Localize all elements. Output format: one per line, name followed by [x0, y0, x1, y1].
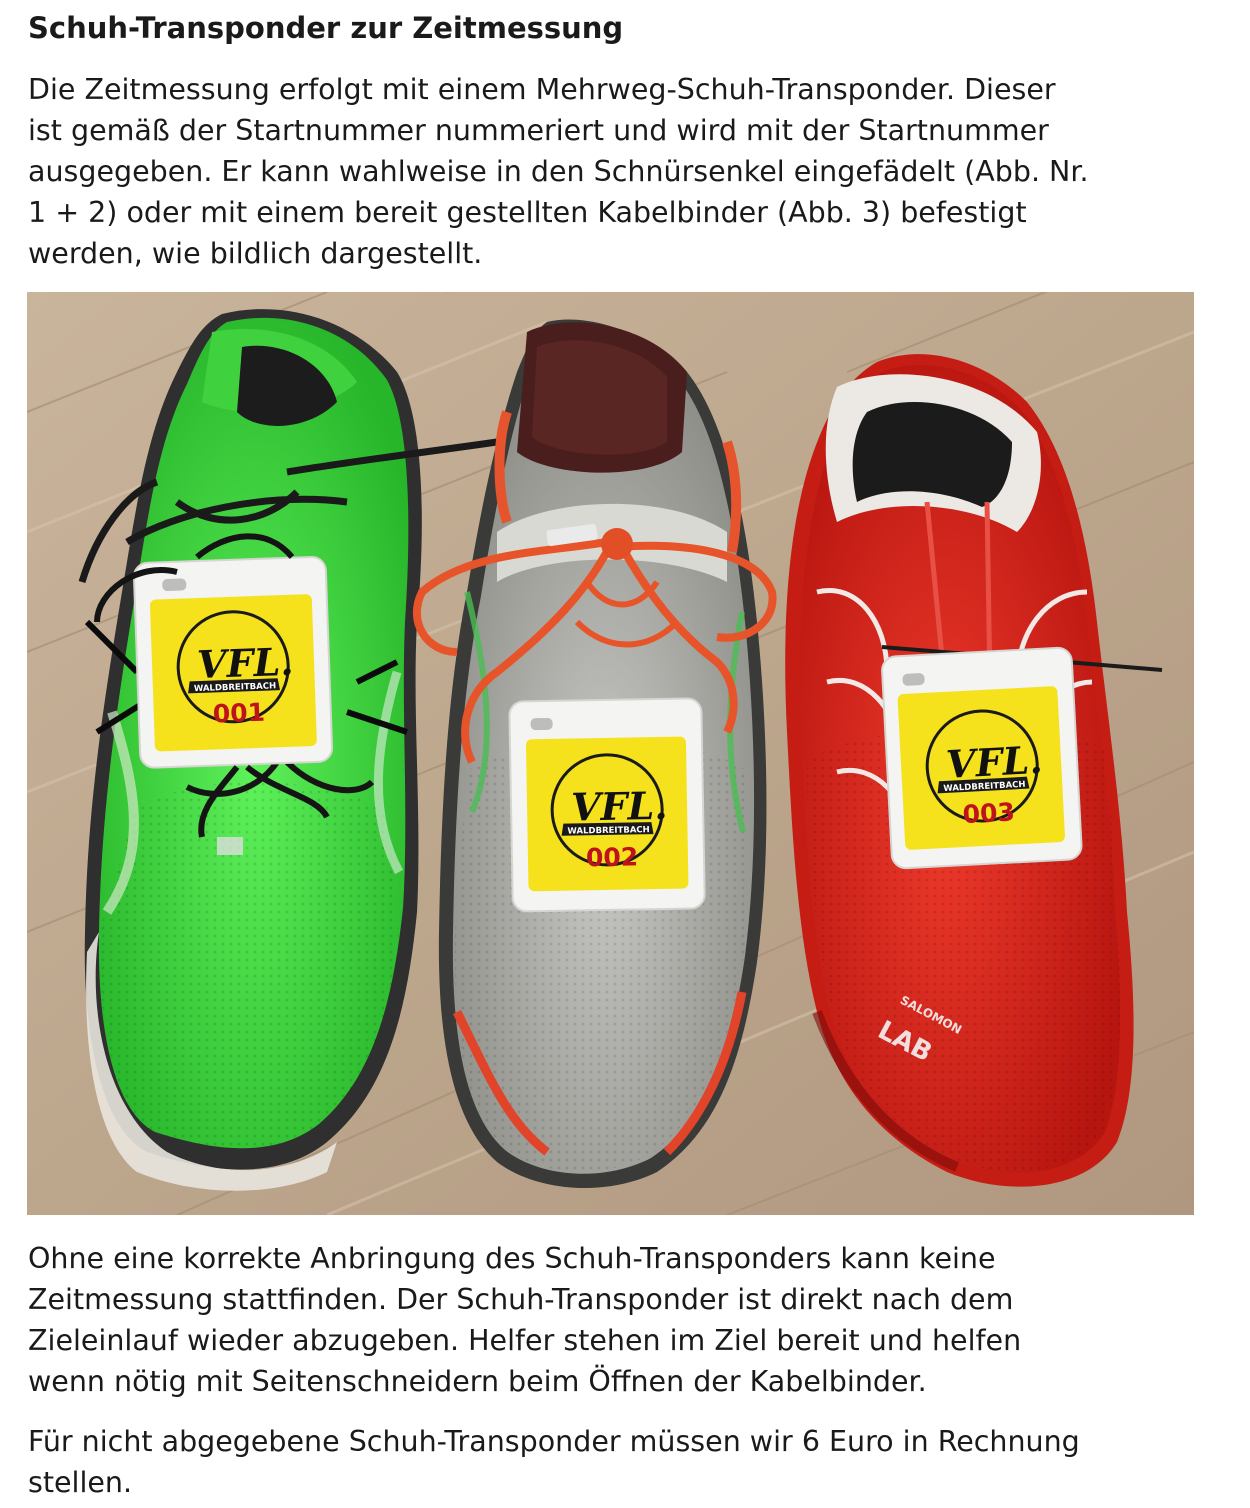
intro-line: werden, wie bildlich dargestellt.	[28, 237, 483, 270]
start-number: 002	[586, 842, 639, 872]
transponder-tag-002: VFL. WALDBREITBACH 002	[508, 697, 706, 913]
vfl-logo-text: VFL.	[571, 783, 668, 830]
intro-line: Die Zeitmessung erfolgt mit einem Mehrwe…	[28, 73, 1056, 106]
page-title: Schuh-Transponder zur Zeitmessung	[28, 11, 624, 45]
club-name: WALDBREITBACH	[567, 825, 649, 836]
middle-line: Zieleinlauf wieder abzugeben. Helfer ste…	[28, 1324, 1022, 1357]
middle-line: Ohne eine korrekte Anbringung des Schuh-…	[28, 1242, 996, 1275]
intro-paragraph: Die Zeitmessung erfolgt mit einem Mehrwe…	[28, 69, 1228, 274]
shoes-transponder-photo: SALOMON LAB VFL. WALDBREITBACH 001 VFL.	[27, 292, 1194, 1215]
middle-line: wenn nötig mit Seitenschneidern beim Öff…	[28, 1365, 927, 1398]
transponder-tag-001: VFL. WALDBREITBACH 001	[132, 555, 334, 769]
middle-paragraph: Ohne eine korrekte Anbringung des Schuh-…	[28, 1238, 1228, 1402]
intro-line: ist gemäß der Startnummer nummeriert und…	[28, 114, 1049, 147]
start-number: 001	[212, 698, 265, 729]
intro-line: 1 + 2) oder mit einem bereit gestellten …	[28, 196, 1027, 229]
start-number: 003	[962, 797, 1016, 829]
closing-paragraph: Für nicht abgegebene Schuh-Transponder m…	[28, 1421, 1228, 1503]
closing-line: Für nicht abgegebene Schuh-Transponder m…	[28, 1425, 1080, 1458]
closing-line: stellen.	[28, 1466, 133, 1499]
middle-line: Zeitmessung stattfinden. Der Schuh-Trans…	[28, 1283, 1014, 1316]
intro-line: ausgegeben. Er kann wahlweise in den Sch…	[28, 155, 1089, 188]
transponder-tag-003: VFL. WALDBREITBACH 003	[881, 646, 1083, 870]
